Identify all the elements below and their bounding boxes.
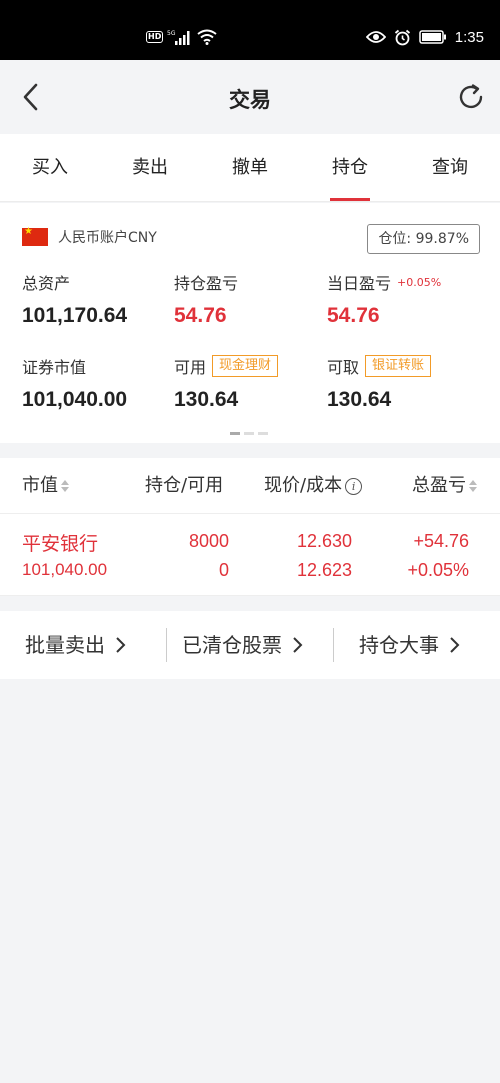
- clock: 1:35: [454, 28, 484, 46]
- stock-available: 0: [218, 560, 229, 580]
- account-name: 人民币账户CNY: [58, 230, 157, 246]
- daily-pnl-label: 当日盈亏: [327, 274, 392, 293]
- trade-tabs: 买入 卖出 撤单 持仓 查询: [0, 134, 500, 202]
- tab-cancel-order[interactable]: 撤单: [200, 134, 300, 201]
- header-market-value[interactable]: 市值: [22, 458, 69, 514]
- withdrawable-label: 可取: [327, 358, 360, 377]
- position-events-link[interactable]: 持仓大事: [359, 611, 460, 679]
- withdrawable-value: 130.64: [327, 388, 392, 411]
- stock-position: 8000: [188, 531, 229, 551]
- status-bar: HD 5G 1:35: [0, 0, 500, 60]
- app-header: 交易: [0, 60, 500, 134]
- table-header-divider: [0, 513, 500, 514]
- quick-links: 批量卖出 已清仓股票 持仓大事: [0, 611, 500, 679]
- info-icon[interactable]: i: [345, 477, 363, 495]
- holding-pnl: 持仓盈亏 54.76: [174, 270, 238, 328]
- daily-pnl-label-row: 当日盈亏 +0.05%: [327, 270, 441, 294]
- stock-cost: 12.623: [296, 560, 352, 580]
- holdings-table: 市值 持仓/可用 现价/成本 i 总盈亏 平安银行 101,040.00 800…: [0, 458, 500, 596]
- tab-buy[interactable]: 买入: [0, 134, 100, 201]
- status-bar-right: 1:35: [365, 26, 484, 48]
- batch-sell-label: 批量卖出: [25, 633, 105, 657]
- stock-market-value: 101,040.00: [22, 560, 108, 579]
- account-header: 人民币账户CNY: [22, 226, 157, 247]
- header-price-cost: 现价/成本 i: [264, 458, 363, 514]
- total-assets-value: 101,170.64: [22, 304, 128, 327]
- link-separator: [166, 628, 167, 662]
- chevron-right-icon: [450, 637, 460, 653]
- header-market-value-label: 市值: [22, 475, 58, 496]
- refresh-button[interactable]: [454, 80, 488, 114]
- available-label: 可用: [174, 358, 207, 377]
- link-separator: [333, 628, 334, 662]
- available-value: 130.64: [174, 388, 239, 411]
- alarm-icon: [394, 29, 410, 45]
- stock-total-pnl-percent: +0.05%: [407, 560, 469, 580]
- market-value: 证券市值 101,040.00: [22, 354, 127, 412]
- cleared-stocks-link[interactable]: 已清仓股票: [182, 611, 303, 679]
- market-value-value: 101,040.00: [22, 388, 128, 411]
- page-dot: [230, 432, 240, 435]
- account-summary-card: 人民币账户CNY 仓位: 99.87% 总资产 101,170.64 持仓盈亏 …: [0, 203, 500, 443]
- eye-icon: [365, 31, 386, 43]
- position-ratio-badge: 仓位: 99.87%: [367, 224, 480, 254]
- page-title: 交易: [229, 88, 271, 112]
- daily-pnl-value: 54.76: [327, 304, 380, 327]
- chevron-right-icon: [116, 637, 126, 653]
- stock-name: 平安银行: [22, 533, 99, 555]
- chevron-right-icon: [293, 637, 303, 653]
- tab-query[interactable]: 查询: [400, 134, 500, 201]
- tab-positions[interactable]: 持仓: [300, 134, 400, 201]
- batch-sell-link[interactable]: 批量卖出: [25, 611, 126, 679]
- cash-management-button[interactable]: 现金理财: [212, 355, 279, 377]
- daily-pnl-percent: +0.05%: [397, 275, 442, 289]
- withdrawable-funds: 可取 银证转账 130.64: [327, 354, 432, 412]
- position-ratio-label: 仓位:: [378, 231, 412, 247]
- hd-badge: HD: [146, 31, 164, 43]
- battery-icon: [419, 30, 446, 44]
- position-events-label: 持仓大事: [359, 633, 439, 657]
- header-total-pnl-label: 总盈亏: [412, 475, 466, 496]
- wifi-icon: [197, 29, 217, 45]
- available-funds: 可用 现金理财 130.64: [174, 354, 279, 412]
- holding-pnl-label: 持仓盈亏: [174, 274, 239, 293]
- holding-pnl-value: 54.76: [174, 304, 227, 327]
- page-dot: [258, 432, 268, 435]
- signal-icon: 5G: [167, 30, 190, 45]
- row-divider: [0, 595, 500, 596]
- svg-text:5G: 5G: [167, 30, 176, 37]
- market-value-label: 证券市值: [22, 358, 87, 377]
- refresh-icon: [459, 84, 483, 109]
- header-total-pnl[interactable]: 总盈亏: [412, 458, 477, 514]
- china-flag-icon: [22, 226, 48, 246]
- daily-pnl: 当日盈亏 +0.05% 54.76: [327, 270, 441, 328]
- sort-icon: [61, 480, 69, 492]
- header-position-available: 持仓/可用: [145, 475, 224, 496]
- tab-sell[interactable]: 卖出: [100, 134, 200, 201]
- total-assets: 总资产 101,170.64: [22, 270, 127, 328]
- bank-transfer-button[interactable]: 银证转账: [365, 355, 432, 377]
- position-ratio-value: 99.87%: [415, 231, 469, 247]
- header-price-cost-label: 现价/成本: [264, 475, 343, 496]
- sort-icon: [469, 480, 477, 492]
- available-label-row: 可用 现金理财: [174, 354, 279, 378]
- page-indicator: [230, 432, 268, 435]
- page-dot: [244, 432, 254, 435]
- stock-total-pnl: +54.76: [413, 531, 469, 551]
- withdrawable-label-row: 可取 银证转账: [327, 354, 432, 378]
- status-bar-left-icons: HD 5G: [146, 26, 217, 48]
- stock-price: 12.630: [296, 531, 352, 551]
- total-assets-label: 总资产: [22, 274, 71, 293]
- cleared-stocks-label: 已清仓股票: [182, 633, 282, 657]
